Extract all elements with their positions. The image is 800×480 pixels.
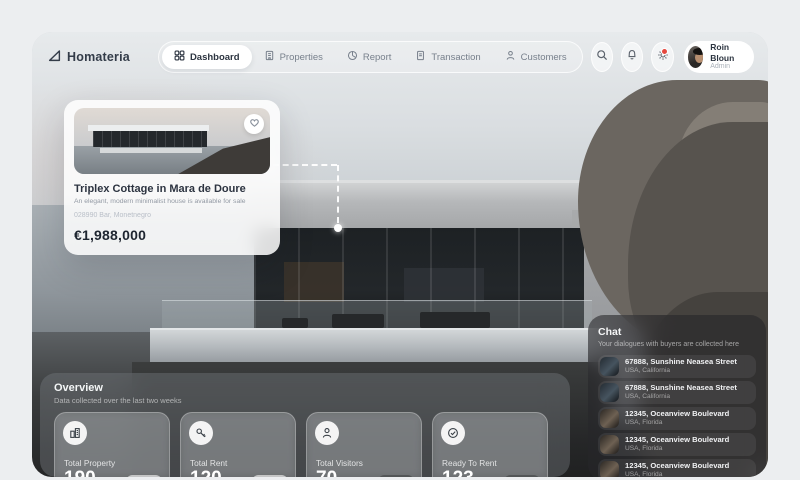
avatar [687,46,704,68]
notification-dot [660,48,668,55]
properties-building-icon [264,50,275,64]
customers-person-icon [505,50,516,64]
settings-button[interactable] [651,42,674,72]
nav-tabs: Dashboard Properties Report Transaction [157,41,583,73]
notifications-button[interactable] [621,42,644,72]
tab-properties[interactable]: Properties [252,45,335,69]
chat-item-thumbnail [600,357,619,376]
report-pie-icon [347,50,358,64]
tab-customers[interactable]: Customers [493,45,579,69]
dashboard-canvas: Homateria Dashboard Properties Report Tr… [32,32,768,477]
stat-card-ready-to-rent[interactable]: Ready To Rent 123 2.3% [432,412,548,477]
search-icon [596,48,608,66]
stat-card-total-property[interactable]: Total Property 190 6.3% [54,412,170,477]
stat-card-total-rent[interactable]: Total Rent 120 4.0% [180,412,296,477]
tab-label: Properties [279,51,323,63]
overview-title: Overview [54,382,103,394]
transaction-receipt-icon [415,50,426,64]
overview-panel: Overview Data collected over the last tw… [40,373,570,477]
chat-item[interactable]: 12345, Oceanview Boulevard USA, Florida [598,433,756,456]
chat-list: 67888, Sunshine Neasea Street USA, Calif… [598,355,756,477]
change-badge: 6.3% [125,475,162,477]
user-role: Admin [710,63,731,71]
change-badge: 2.3% [503,475,540,477]
chat-item-thumbnail [600,409,619,428]
brand-logo-icon [48,49,61,65]
photo-terrace [150,328,602,366]
user-menu[interactable]: Roin Bloun Admin [683,41,754,73]
stats-row: Total Property 190 6.3% Total Rent 120 [54,412,556,477]
brand-logo[interactable]: Homateria [48,49,130,65]
stat-card-total-visitors[interactable]: Total Visitors 70 2.3% [306,412,422,477]
key-icon [189,421,213,445]
ready-check-icon [441,421,465,445]
property-card[interactable]: Triplex Cottage in Mara de Doure An eleg… [64,100,280,255]
chat-item-thumbnail [600,435,619,454]
tab-label: Customers [520,51,567,63]
chat-item-thumbnail [600,461,619,477]
visitors-person-icon [315,421,339,445]
building-icon [63,421,87,445]
tab-label: Dashboard [189,51,240,63]
top-navigation-bar: Homateria Dashboard Properties Report Tr… [48,40,754,74]
user-name: Roin Bloun [710,42,735,63]
chat-item[interactable]: 12345, Oceanview Boulevard USA, Florida [598,459,756,477]
tab-transaction[interactable]: Transaction [403,45,492,69]
chat-subtitle: Your dialogues with buyers are collected… [598,341,739,348]
search-button[interactable] [590,42,614,72]
brand-name: Homateria [67,50,130,64]
tab-label: Transaction [431,51,481,63]
chat-item[interactable]: 67888, Sunshine Neasea Street USA, Calif… [598,381,756,404]
chat-title: Chat [598,326,622,338]
property-photo [74,108,270,174]
tab-label: Report [362,51,392,63]
favorite-button[interactable] [244,114,264,134]
bell-icon [626,48,638,66]
tab-dashboard[interactable]: Dashboard [161,45,252,69]
heart-icon [249,115,260,133]
property-description: An elegant, modern minimalist house is a… [74,198,246,205]
chat-item-thumbnail [600,383,619,402]
chat-item[interactable]: 67888, Sunshine Neasea Street USA, Calif… [598,355,756,378]
chat-item[interactable]: 12345, Oceanview Boulevard USA, Florida [598,407,756,430]
property-location: 028990 Bar, Monetnegro [74,212,152,219]
property-price: €1,988,000 [74,227,147,243]
change-badge: 4.0% [251,475,288,477]
change-badge: 2.3% [377,475,414,477]
chat-panel: Chat Your dialogues with buyers are coll… [588,315,766,477]
property-title: Triplex Cottage in Mara de Doure [74,183,246,195]
tab-report[interactable]: Report [335,45,404,69]
overview-subtitle: Data collected over the last two weeks [54,396,182,405]
dashboard-grid-icon [174,50,185,64]
